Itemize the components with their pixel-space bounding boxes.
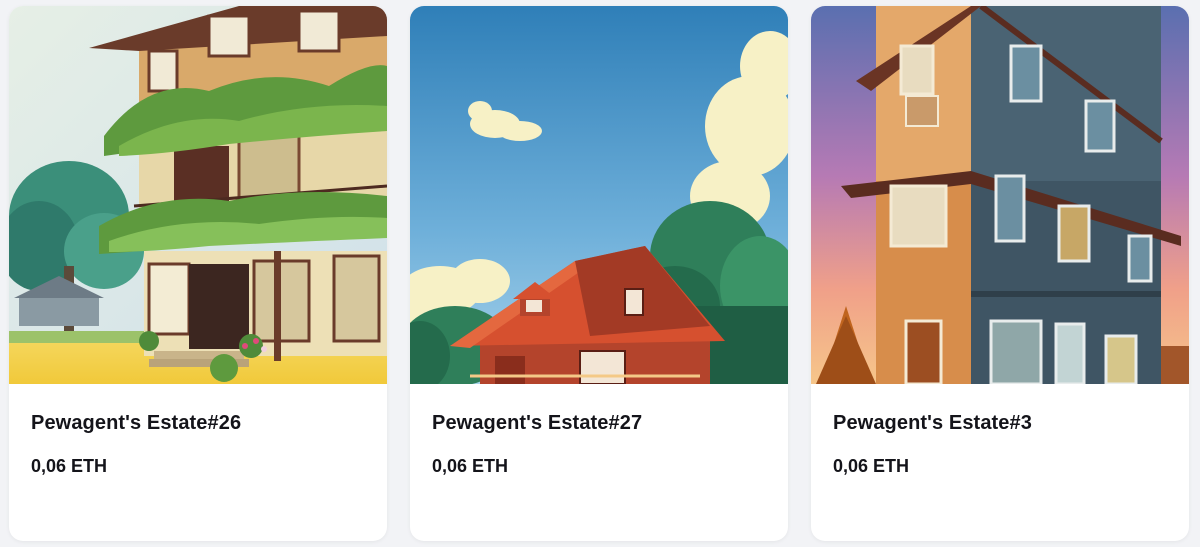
listing-price: 0,06 ETH (31, 456, 108, 476)
listing-title[interactable]: Pewagent's Estate#3 (833, 412, 1032, 435)
listing-image[interactable] (811, 6, 1189, 384)
listing-image[interactable] (9, 6, 387, 384)
listing-grid: Pewagent's Estate#26 0,06 ETH Pewagent's… (0, 0, 1200, 547)
listing-card[interactable]: Pewagent's Estate#26 0,06 ETH (9, 6, 387, 541)
listing-card[interactable]: Pewagent's Estate#3 0,06 ETH (811, 6, 1189, 541)
listing-title[interactable]: Pewagent's Estate#27 (432, 412, 642, 435)
listing-price: 0,06 ETH (833, 456, 910, 476)
listing-card[interactable]: Pewagent's Estate#27 0,06 ETH (410, 6, 788, 541)
listing-title[interactable]: Pewagent's Estate#26 (31, 412, 241, 435)
listing-price: 0,06 ETH (432, 456, 509, 476)
listing-image[interactable] (410, 6, 788, 384)
